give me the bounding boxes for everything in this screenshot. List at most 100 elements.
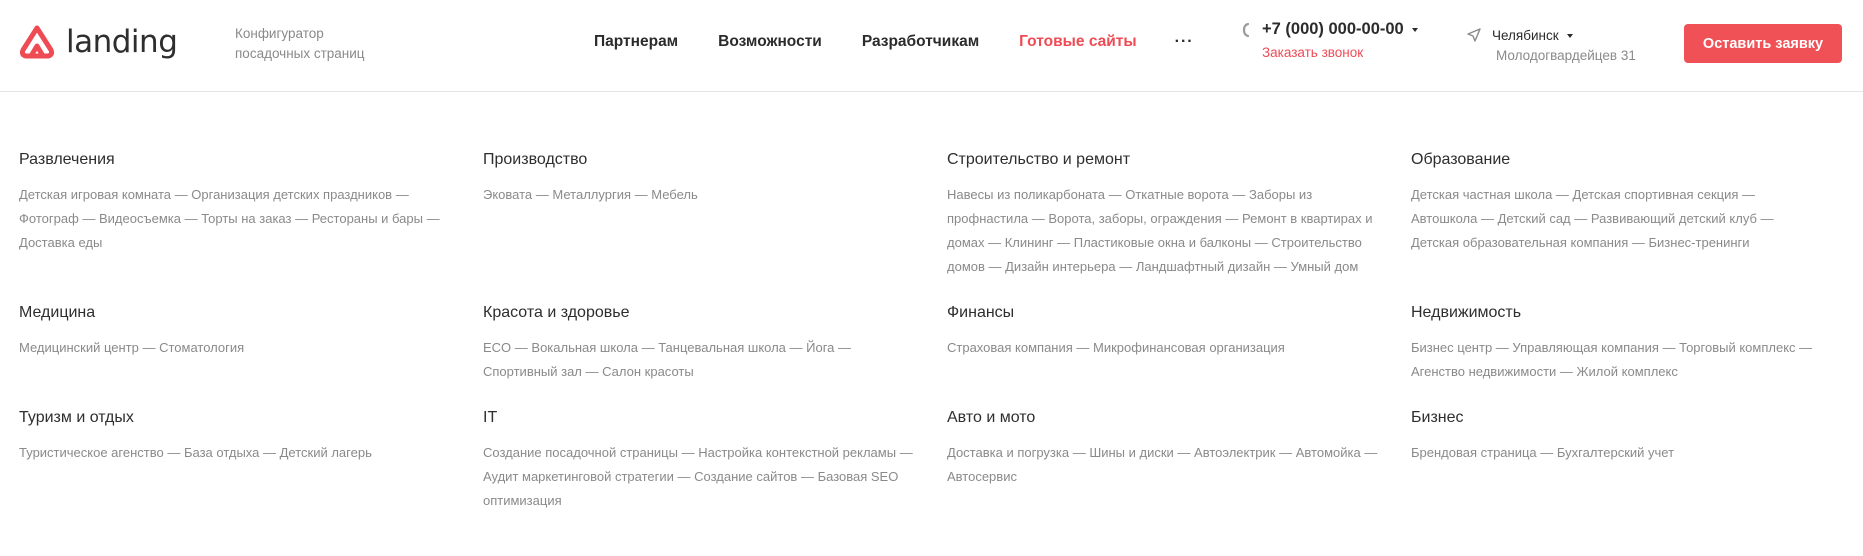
nav-item-developers[interactable]: Разработчикам xyxy=(862,33,979,51)
category-link[interactable]: Бизнес-тренинги xyxy=(1649,235,1750,250)
category-link[interactable]: Управляющая компания xyxy=(1512,340,1659,355)
category-link[interactable]: Бухгалтерский учет xyxy=(1557,445,1674,460)
category-link[interactable]: Создание сайтов xyxy=(694,469,797,484)
category-link[interactable]: Жилой комплекс xyxy=(1577,364,1678,379)
category-title[interactable]: Авто и мото xyxy=(947,408,1411,428)
category-link[interactable]: Брендовая страница xyxy=(1411,445,1537,460)
category-links: Брендовая страница — Бухгалтерский учет xyxy=(1411,445,1675,460)
category-title[interactable]: Бизнес xyxy=(1411,408,1849,428)
category-link[interactable]: ECO xyxy=(483,340,511,355)
category-link[interactable]: Стоматология xyxy=(159,340,244,355)
category-link[interactable]: Автоэлектрик xyxy=(1194,445,1275,460)
category-link[interactable]: Детская спортивная секция xyxy=(1573,187,1739,202)
category-links: Доставка и погрузка — Шины и диски — Авт… xyxy=(947,445,1378,484)
category-link[interactable]: Медицинский центр xyxy=(19,340,139,355)
category-link[interactable]: Ландшафтный дизайн xyxy=(1136,259,1270,274)
category-title[interactable]: Туризм и отдых xyxy=(19,408,483,428)
category-title[interactable]: Производство xyxy=(483,150,947,170)
category-links: Детская частная школа — Детская спортивн… xyxy=(1411,187,1774,250)
category-link[interactable]: Рестораны и бары xyxy=(312,211,423,226)
category-link[interactable]: Клининг xyxy=(1005,235,1054,250)
city-selector[interactable]: Челябинск xyxy=(1466,27,1636,43)
category-link[interactable]: Автомойка xyxy=(1296,445,1361,460)
category-link[interactable]: Создание посадочной страницы xyxy=(483,445,678,460)
category-link[interactable]: Металлургия xyxy=(552,187,631,202)
category-link[interactable]: Откатные ворота xyxy=(1125,187,1229,202)
category-block: Развлечения Детская игровая комната — Орг… xyxy=(19,150,483,279)
category-link[interactable]: Детская частная школа xyxy=(1411,187,1552,202)
category-block: Образование Детская частная школа — Детск… xyxy=(1411,150,1849,279)
category-link[interactable]: Дизайн интерьера xyxy=(1005,259,1115,274)
category-title[interactable]: Строительство и ремонт xyxy=(947,150,1411,170)
phone-selector[interactable]: +7 (000) 000-00-00 xyxy=(1242,20,1418,39)
site-header: landing Конфигуратор посадочных страниц … xyxy=(0,0,1863,92)
category-title[interactable]: Медицина xyxy=(19,303,483,323)
category-link[interactable]: Аудит маркетинговой стратегии xyxy=(483,469,674,484)
category-link[interactable]: Детский лагерь xyxy=(280,445,372,460)
category-link[interactable]: Настройка контекстной рекламы xyxy=(698,445,896,460)
phone-number: +7 (000) 000-00-00 xyxy=(1262,20,1404,38)
address: Молодогвардейцев 31 xyxy=(1496,48,1636,63)
category-block: Авто и мото Доставка и погрузка — Шины и … xyxy=(947,408,1411,513)
category-title[interactable]: Финансы xyxy=(947,303,1411,323)
category-link[interactable]: Навесы из поликарбоната xyxy=(947,187,1105,202)
category-link[interactable]: Торговый комплекс xyxy=(1679,340,1795,355)
category-link[interactable]: Йога xyxy=(806,340,834,355)
category-link[interactable]: Вокальная школа xyxy=(531,340,638,355)
category-title[interactable]: Развлечения xyxy=(19,150,483,170)
category-link[interactable]: База отдыха xyxy=(184,445,259,460)
category-link[interactable]: Детская образовательная компания xyxy=(1411,235,1628,250)
logo-text: landing xyxy=(66,24,178,60)
category-link[interactable]: Эковата xyxy=(483,187,532,202)
location-block: Челябинск Молодогвардейцев 31 xyxy=(1466,27,1636,63)
category-link[interactable]: Видеосъемка xyxy=(99,211,181,226)
category-link[interactable]: Салон красоты xyxy=(602,364,694,379)
category-link[interactable]: Автосервис xyxy=(947,469,1017,484)
category-link[interactable]: Шины и диски xyxy=(1089,445,1173,460)
category-link[interactable]: Агенство недвижимости xyxy=(1411,364,1556,379)
category-link[interactable]: Детская игровая комната xyxy=(19,187,171,202)
category-link[interactable]: Умный дом xyxy=(1291,259,1359,274)
category-link[interactable]: Танцевальная школа xyxy=(658,340,786,355)
category-link[interactable]: Страховая компания xyxy=(947,340,1073,355)
category-link[interactable]: Мебель xyxy=(651,187,698,202)
category-block: Финансы Страховая компания — Микрофинансо… xyxy=(947,303,1411,384)
category-link[interactable]: Пластиковые окна и балконы xyxy=(1074,235,1251,250)
nav-item-features[interactable]: Возможности xyxy=(718,33,822,51)
callback-link[interactable]: Заказать звонок xyxy=(1262,45,1418,60)
tagline-line-2: посадочных страниц xyxy=(235,46,365,61)
category-link[interactable]: Фотограф xyxy=(19,211,79,226)
city-name: Челябинск xyxy=(1492,28,1559,43)
category-link[interactable]: Спортивный зал xyxy=(483,364,582,379)
category-links: Создание посадочной страницы — Настройка… xyxy=(483,445,913,508)
category-title[interactable]: Красота и здоровье xyxy=(483,303,947,323)
chevron-down-icon xyxy=(1411,27,1418,32)
category-link[interactable]: Бизнес центр xyxy=(1411,340,1492,355)
category-link[interactable]: Доставка еды xyxy=(19,235,102,250)
category-links: Навесы из поликарбоната — Откатные ворот… xyxy=(947,187,1373,274)
phone-block: +7 (000) 000-00-00 Заказать звонок xyxy=(1242,20,1418,60)
category-block: Медицина Медицинский центр — Стоматология xyxy=(19,303,483,384)
category-link[interactable]: Туристическое агенство xyxy=(19,445,164,460)
category-block: Красота и здоровье ECO — Вокальная школа … xyxy=(483,303,947,384)
category-block: Производство Эковата — Металлургия — Мебе… xyxy=(483,150,947,279)
more-menu-icon[interactable]: ··· xyxy=(1175,33,1194,51)
category-link[interactable]: Развивающий детский клуб xyxy=(1591,211,1757,226)
nav-item-partners[interactable]: Партнерам xyxy=(594,33,678,51)
category-link[interactable]: Доставка и погрузка xyxy=(947,445,1069,460)
category-link[interactable]: Детский сад xyxy=(1498,211,1571,226)
category-grid: Развлечения Детская игровая комната — Орг… xyxy=(19,150,1849,537)
category-link[interactable]: Автошкола xyxy=(1411,211,1477,226)
submit-request-button[interactable]: Оставить заявку xyxy=(1684,24,1842,63)
main-nav: Партнерам Возможности Разработчикам Гото… xyxy=(594,33,1194,51)
category-link[interactable]: Микрофинансовая организация xyxy=(1093,340,1285,355)
category-link[interactable]: Торты на заказ xyxy=(201,211,291,226)
category-link[interactable]: Ворота, заборы, ограждения xyxy=(1048,211,1221,226)
category-title[interactable]: Недвижимость xyxy=(1411,303,1849,323)
category-link[interactable]: Организация детских праздников xyxy=(191,187,392,202)
category-links: Детская игровая комната — Организация де… xyxy=(19,187,440,250)
category-title[interactable]: Образование xyxy=(1411,150,1849,170)
logo[interactable]: landing xyxy=(18,23,178,61)
nav-item-ready-sites[interactable]: Готовые сайты xyxy=(1019,33,1136,51)
category-title[interactable]: IT xyxy=(483,408,947,428)
